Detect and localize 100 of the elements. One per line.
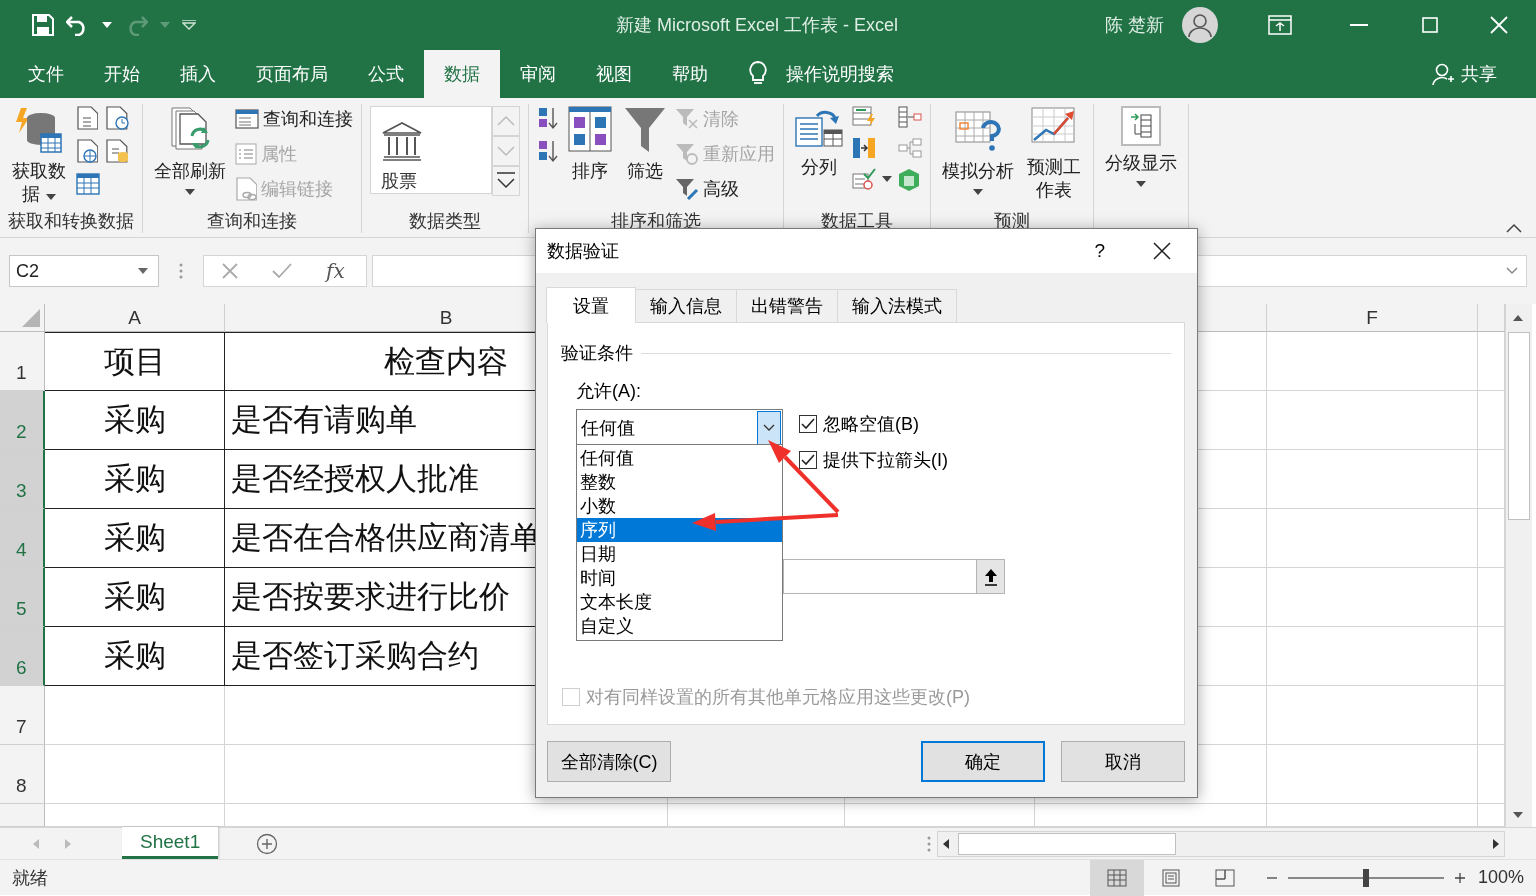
source-field[interactable] xyxy=(783,559,1005,594)
menu-tab[interactable]: 开始 xyxy=(84,50,160,98)
column-header[interactable]: F xyxy=(1267,304,1478,332)
menu-tab[interactable]: 页面布局 xyxy=(236,50,348,98)
table-cell: 采购 xyxy=(45,568,225,627)
ribbon-button[interactable]: 分列 xyxy=(792,104,846,181)
sheet-tab[interactable]: Sheet1 xyxy=(122,827,219,859)
funnel-refresh-icon xyxy=(675,143,699,165)
dialog-tab[interactable]: 设置 xyxy=(546,287,636,323)
normal-view-icon xyxy=(1106,868,1127,887)
ribbon-button[interactable]: 全部刷新 xyxy=(151,104,229,197)
menu-tab[interactable]: 审阅 xyxy=(500,50,576,98)
enter-icon[interactable] xyxy=(272,263,292,279)
remove-duplicates-icon[interactable] xyxy=(852,137,876,159)
save-icon[interactable] xyxy=(32,14,54,36)
menu-tab[interactable]: 公式 xyxy=(348,50,424,98)
checkbox[interactable] xyxy=(799,415,817,433)
scroll-thumb[interactable] xyxy=(958,832,1176,855)
share-button[interactable]: 共享 xyxy=(1425,50,1503,98)
menu-tab[interactable]: 视图 xyxy=(576,50,652,98)
range-picker-button[interactable] xyxy=(976,560,1004,593)
row-header[interactable]: 6 xyxy=(0,627,45,686)
dialog-button[interactable]: 全部清除(C) xyxy=(547,741,671,782)
menu-tab[interactable]: 数据 xyxy=(424,50,500,98)
ribbon-button[interactable]: 预测工作表 xyxy=(1023,104,1085,204)
sort-descending-icon[interactable] xyxy=(537,139,559,163)
customize-icon[interactable] xyxy=(182,20,196,30)
user-name: 陈 楚新 xyxy=(1105,14,1164,37)
expand-icon[interactable] xyxy=(1506,267,1518,275)
sort-ascending-icon[interactable] xyxy=(537,106,559,130)
flash-fill-icon[interactable] xyxy=(852,106,876,128)
row-header[interactable]: 8 xyxy=(0,745,45,804)
globe-document-icon[interactable] xyxy=(75,139,98,163)
ribbon-button[interactable]: 获取数据 xyxy=(8,104,70,208)
menu-tab[interactable]: 插入 xyxy=(160,50,236,98)
help-button[interactable]: ? xyxy=(1094,240,1105,262)
caret-icon xyxy=(973,189,983,195)
zoom-level[interactable]: 100% xyxy=(1477,867,1524,888)
maximize-icon[interactable] xyxy=(1422,17,1438,33)
close-icon[interactable] xyxy=(1153,242,1171,260)
table-icon[interactable] xyxy=(75,172,100,196)
cancel-icon[interactable] xyxy=(222,263,238,279)
menu-tab[interactable]: 帮助 xyxy=(652,50,728,98)
dialog-button[interactable]: 取消 xyxy=(1061,741,1185,782)
data-type-button[interactable]: 股票 xyxy=(370,106,492,194)
dialog-title: 数据验证 xyxy=(547,240,620,263)
page-layout-icon xyxy=(1160,868,1181,887)
consolidate-icon[interactable] xyxy=(898,106,922,128)
upload-arrow-icon xyxy=(983,567,998,586)
row-header[interactable]: 3 xyxy=(0,450,45,509)
column-header[interactable]: A xyxy=(45,304,225,332)
zoom-in-icon[interactable] xyxy=(1453,871,1466,884)
more-icon[interactable] xyxy=(492,166,520,196)
caret-icon xyxy=(160,22,170,28)
slider-thumb[interactable] xyxy=(1362,868,1369,887)
row-header[interactable]: 2 xyxy=(0,391,45,450)
row-header[interactable]: 4 xyxy=(0,509,45,568)
ribbon-button[interactable]: 高级 xyxy=(675,176,775,202)
checkbox[interactable] xyxy=(799,451,817,469)
menu-tab[interactable]: 文件 xyxy=(8,50,84,98)
person-add-icon xyxy=(1431,62,1455,86)
ribbon-button[interactable]: 筛选 xyxy=(621,104,669,185)
ribbon-button[interactable]: 分级显示 xyxy=(1101,104,1180,189)
row-header[interactable]: 7 xyxy=(0,686,45,745)
ribbon-button[interactable]: 模拟分析 xyxy=(939,104,1017,197)
lightbulb-icon[interactable] xyxy=(748,61,768,87)
document-database-icon[interactable] xyxy=(105,139,130,163)
dropdown-option[interactable]: 序列 xyxy=(577,518,782,542)
row-header[interactable]: 5 xyxy=(0,568,45,627)
name-box[interactable]: C2 xyxy=(9,255,159,287)
caret-icon xyxy=(1135,181,1146,187)
check-list-icon[interactable] xyxy=(852,168,876,190)
group-label: 获取和转换数据 xyxy=(8,210,134,233)
table-cell: 采购 xyxy=(45,509,225,568)
document-icon[interactable] xyxy=(75,106,98,130)
list-icon xyxy=(235,143,257,165)
checkbox-label[interactable]: 忽略空值(B) xyxy=(823,412,919,436)
allow-dropdown[interactable]: 任何值 xyxy=(576,409,783,447)
table-cell: 项目 xyxy=(45,332,225,391)
ribbon-display-icon[interactable] xyxy=(1268,15,1292,35)
dialog-tab[interactable]: 输入法模式 xyxy=(837,289,957,322)
tell-me-search[interactable]: 操作说明搜索 xyxy=(786,62,894,86)
clock-document-icon[interactable] xyxy=(105,106,130,130)
funnel-clear-icon xyxy=(675,108,699,130)
collapse-ribbon-icon[interactable] xyxy=(1506,223,1522,233)
bank-icon xyxy=(381,121,423,161)
funnel-pencil-icon xyxy=(675,178,699,200)
checkbox-label[interactable]: 提供下拉箭头(I) xyxy=(823,448,948,472)
funnel-icon xyxy=(624,106,666,154)
status-text: 就绪 xyxy=(12,866,48,890)
row-header[interactable]: 1 xyxy=(0,332,45,391)
avatar-icon[interactable] xyxy=(1182,7,1218,43)
ribbon-button[interactable]: 查询和连接 xyxy=(235,106,353,132)
insert-function-button[interactable]: fx xyxy=(326,259,345,283)
add-sheet-icon[interactable] xyxy=(256,832,279,855)
dialog-button[interactable]: 确定 xyxy=(921,741,1045,782)
database-icon xyxy=(14,106,63,154)
ribbon-button[interactable]: 排序 xyxy=(565,104,615,185)
scroll-thumb[interactable] xyxy=(1508,332,1530,520)
cube-icon[interactable] xyxy=(898,168,920,192)
